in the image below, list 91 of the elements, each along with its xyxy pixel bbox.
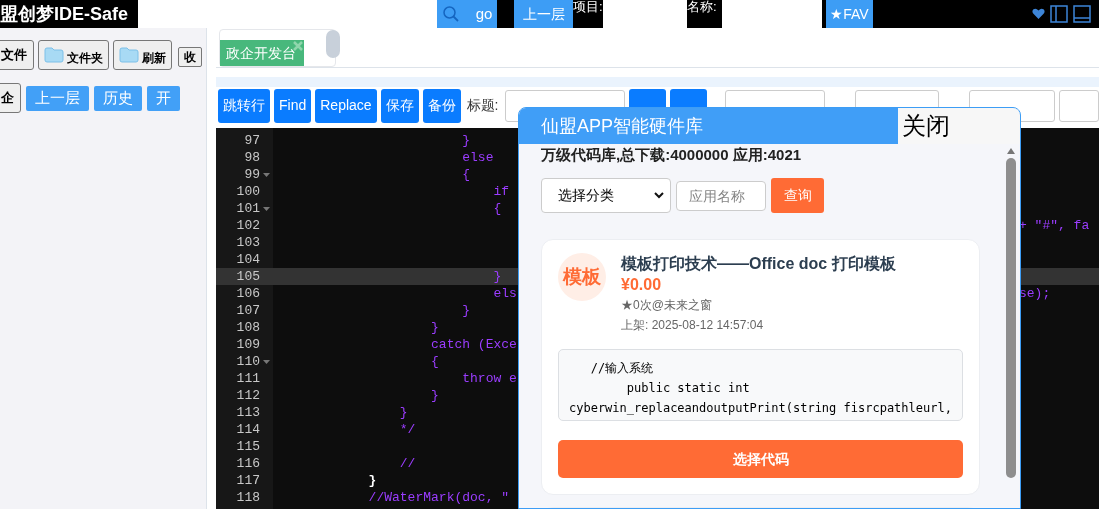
line-number: 112 bbox=[235, 386, 260, 405]
code-line: { bbox=[430, 353, 439, 370]
code-line: // bbox=[398, 455, 416, 472]
line-number: 103 bbox=[235, 233, 260, 252]
code-line: } bbox=[461, 132, 471, 149]
line-number: 116 bbox=[235, 454, 260, 473]
scrollbar-thumb[interactable] bbox=[326, 30, 340, 58]
fold-icon[interactable] bbox=[263, 172, 270, 177]
title-label: 标题: bbox=[466, 96, 499, 115]
editor-tab[interactable]: 政企开发台 bbox=[220, 40, 304, 66]
line-number: 108 bbox=[235, 318, 260, 337]
sidebar-layout-icon[interactable] bbox=[1050, 5, 1068, 23]
sidebar-button[interactable]: 历史 bbox=[94, 85, 142, 111]
fold-icon[interactable] bbox=[263, 206, 270, 211]
line-number: 98 bbox=[243, 148, 260, 167]
code-line: catch (Exce bbox=[430, 336, 517, 353]
code-preview: //输入系统 public static int cyberwin_replaceandoutputPrint(string fisrcpathleurl, bbox=[558, 349, 963, 421]
up-level-button[interactable]: 上一层 bbox=[514, 0, 573, 28]
name-label: 名称: bbox=[687, 0, 718, 16]
query-button[interactable]: 查询 bbox=[771, 178, 824, 213]
app-title: 盟创梦IDE-Safe bbox=[0, 3, 130, 26]
dialog-title: 仙盟APP智能硬件库 bbox=[540, 115, 705, 138]
line-number: 109 bbox=[235, 335, 260, 354]
folder-icon bbox=[119, 47, 139, 63]
sidebar-button[interactable]: 开 bbox=[147, 85, 180, 111]
toolbar-button[interactable]: 保存 bbox=[380, 88, 419, 123]
sidebar-button[interactable]: 企 bbox=[0, 83, 21, 113]
code-line: */ bbox=[398, 421, 416, 438]
line-number: 101 bbox=[235, 199, 260, 218]
app-avatar: 模板 bbox=[558, 253, 606, 301]
project-label: 项目: bbox=[573, 0, 603, 16]
summary-text: 万级代码库,总下载:4000000 应用:4021 bbox=[541, 146, 803, 164]
listed-date: 上架: 2025-08-12 14:57:04 bbox=[621, 317, 765, 334]
code-line: } bbox=[367, 472, 377, 489]
category-select[interactable]: 选择分类 bbox=[541, 178, 671, 213]
line-number: 106 bbox=[235, 284, 260, 303]
line-number: 114 bbox=[235, 420, 260, 439]
sidebar-button[interactable]: 上一层 bbox=[26, 85, 89, 111]
code-line: { bbox=[492, 200, 502, 217]
folder-button[interactable]: 文件夹 bbox=[38, 40, 109, 70]
line-number: 115 bbox=[235, 437, 260, 456]
code-line: } bbox=[430, 387, 439, 404]
heart-icon[interactable] bbox=[1032, 8, 1045, 20]
line-number: 113 bbox=[235, 403, 260, 422]
name-field[interactable] bbox=[722, 0, 822, 28]
app-name-field[interactable]: 应用名称 bbox=[676, 180, 766, 211]
sidebar-button[interactable]: 文件 bbox=[0, 40, 34, 70]
code-line: //WaterMark(doc, " bbox=[367, 489, 510, 506]
line-number: 104 bbox=[235, 250, 260, 269]
text-field[interactable] bbox=[1059, 89, 1099, 122]
code-line: } bbox=[492, 268, 502, 285]
code-line: } bbox=[461, 302, 471, 319]
go-button[interactable]: go bbox=[437, 0, 497, 28]
code-line: else bbox=[461, 149, 494, 166]
search-icon bbox=[441, 5, 460, 23]
code-line: els bbox=[492, 285, 517, 302]
code-line: if bbox=[492, 183, 510, 200]
price-text: ¥0.00 bbox=[621, 275, 663, 295]
code-line: { bbox=[461, 166, 471, 183]
line-number: 100 bbox=[235, 182, 260, 201]
bottom-panel-layout-icon[interactable] bbox=[1073, 5, 1091, 23]
fav-button[interactable]: ★FAV bbox=[826, 0, 873, 28]
toolbar-button[interactable]: 跳转行 bbox=[218, 88, 270, 123]
project-field[interactable] bbox=[603, 0, 687, 28]
toolbar-button[interactable]: Find bbox=[274, 88, 312, 123]
stats-text: ★0次@未来之窗 bbox=[621, 297, 713, 314]
collapse-button[interactable]: 收 bbox=[178, 47, 202, 67]
search-field[interactable] bbox=[138, 0, 437, 28]
fold-icon[interactable] bbox=[263, 359, 270, 364]
toolbar-button[interactable]: Replace bbox=[315, 88, 377, 123]
line-number: 118 bbox=[235, 488, 260, 507]
line-number: 99 bbox=[243, 165, 260, 184]
line-number: 117 bbox=[235, 471, 260, 490]
scrollbar-thumb[interactable] bbox=[1006, 158, 1016, 478]
code-line: } bbox=[430, 319, 439, 336]
close-button[interactable]: 关闭 bbox=[898, 108, 1020, 144]
line-number: 105 bbox=[235, 267, 260, 286]
code-line: } bbox=[398, 404, 408, 421]
line-number: 97 bbox=[243, 131, 260, 150]
toolbar-button[interactable]: 备份 bbox=[422, 88, 461, 123]
scroll-up-arrow-icon[interactable] bbox=[1007, 148, 1015, 154]
folder-button[interactable]: 刷新 bbox=[113, 40, 172, 70]
folder-icon bbox=[44, 47, 64, 63]
line-number: 107 bbox=[235, 301, 260, 320]
chevron-down-icon bbox=[654, 192, 664, 199]
line-number: 110 bbox=[235, 352, 260, 371]
line-number: 111 bbox=[235, 369, 260, 388]
card-title: 模板打印技术——Office doc 打印模板 bbox=[621, 254, 896, 274]
code-line: throw e bbox=[461, 370, 517, 387]
select-code-button[interactable]: 选择代码 bbox=[558, 440, 963, 478]
line-number: 102 bbox=[235, 216, 260, 235]
